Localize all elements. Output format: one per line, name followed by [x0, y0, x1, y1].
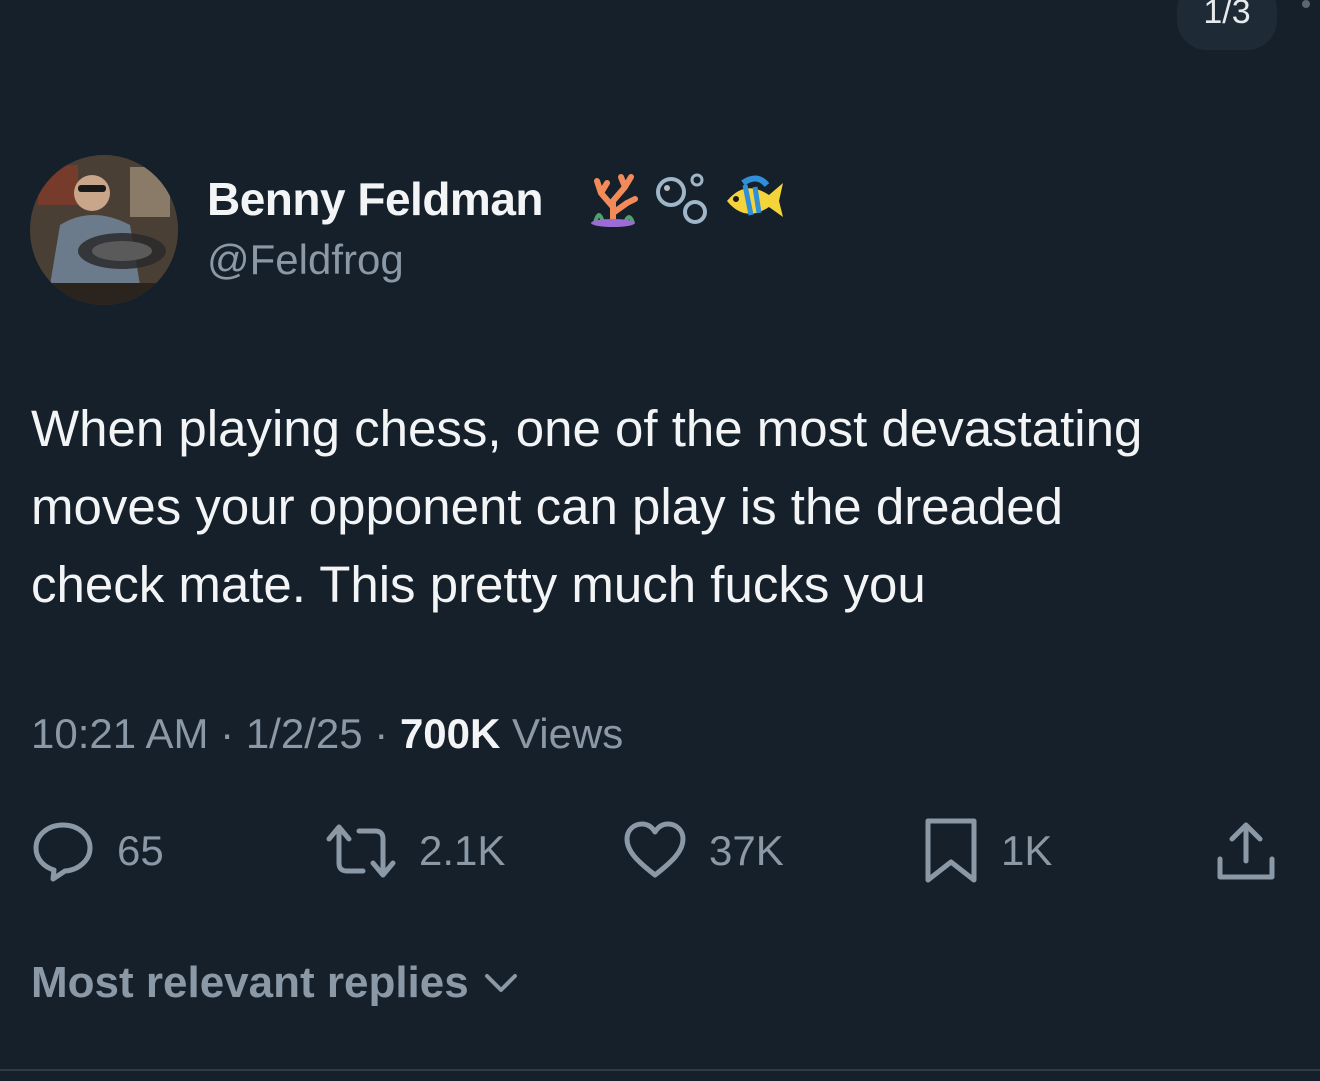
reply-icon	[33, 822, 93, 882]
views-count[interactable]: 700K	[400, 710, 500, 757]
tweet-meta: 10:21 AM · 1/2/25 · 700K Views	[31, 710, 623, 758]
page-indicator-label: 1/3	[1203, 0, 1251, 31]
divider	[0, 1069, 1320, 1071]
repost-count: 2.1K	[419, 827, 506, 874]
tweet-text: When playing chess, one of the most deva…	[31, 400, 1143, 613]
replies-sort-dropdown[interactable]: Most relevant replies	[31, 958, 521, 1008]
tweet-time[interactable]: 10:21 AM	[31, 710, 208, 757]
author-name-emoji	[585, 168, 787, 230]
reply-button[interactable]: 65	[31, 815, 164, 887]
bookmark-count: 1K	[1001, 827, 1053, 874]
share-icon	[1217, 822, 1275, 880]
share-button[interactable]	[1214, 815, 1278, 887]
bubbles-emoji	[656, 173, 707, 224]
bookmark-button[interactable]: 1K	[923, 815, 1052, 887]
media-page-indicator: 1/3	[1177, 0, 1277, 50]
author-handle[interactable]: @Feldfrog	[207, 236, 404, 284]
replies-sort-label: Most relevant replies	[31, 958, 469, 1007]
avatar[interactable]	[30, 155, 178, 305]
tropical-fish-emoji	[727, 175, 783, 217]
views-label: Views	[512, 710, 624, 757]
meta-separator: ·	[374, 710, 389, 757]
tweet-date[interactable]: 1/2/25	[246, 710, 363, 757]
like-button[interactable]: 37K	[623, 815, 784, 887]
chevron-down-icon	[484, 974, 517, 992]
repost-icon	[326, 824, 396, 878]
bookmark-icon	[925, 818, 977, 883]
scroll-dot	[1302, 0, 1310, 8]
like-count: 37K	[709, 827, 784, 874]
repost-button[interactable]: 2.1K	[325, 815, 505, 887]
reply-count: 65	[117, 827, 164, 874]
coral-emoji	[591, 174, 638, 227]
author-name[interactable]: Benny Feldman	[207, 172, 544, 226]
heart-icon	[624, 821, 686, 878]
avatar-photo-icon	[30, 155, 178, 305]
meta-separator: ·	[220, 710, 235, 757]
tweet-actions: 65 2.1K 37K 1K	[0, 815, 1320, 887]
